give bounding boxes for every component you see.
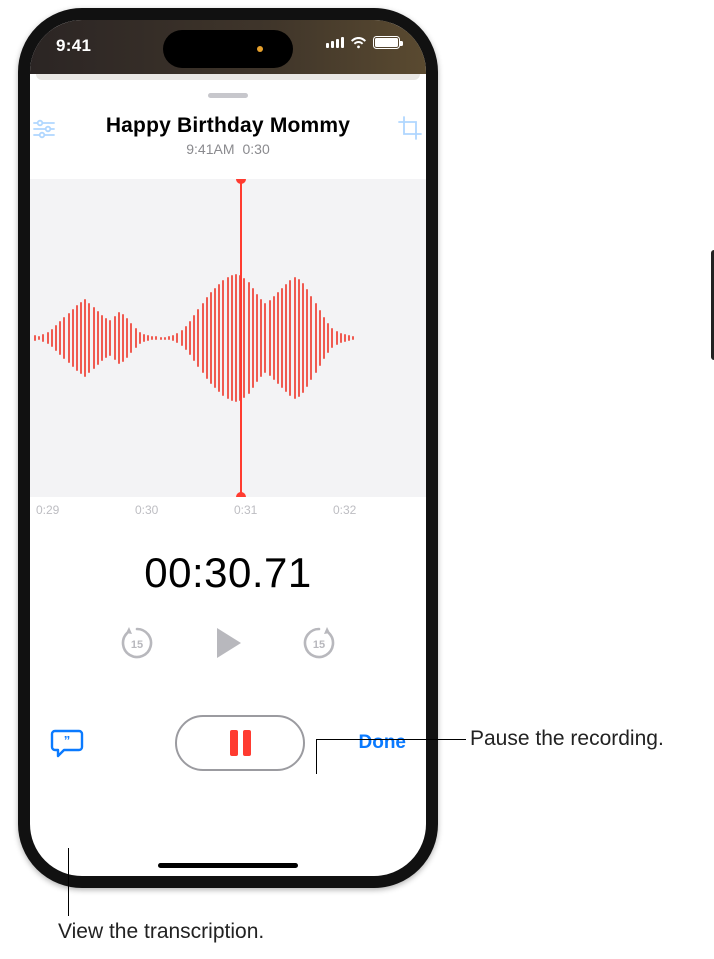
pause-button[interactable] xyxy=(175,715,305,771)
home-indicator[interactable] xyxy=(158,863,298,868)
transport-controls: 15 15 xyxy=(30,623,426,663)
skip-forward-15-button[interactable]: 15 xyxy=(299,623,339,663)
settings-button[interactable] xyxy=(30,114,58,142)
sheet-grabber-icon xyxy=(208,93,248,98)
play-button[interactable] xyxy=(211,626,245,660)
wifi-icon xyxy=(350,37,367,49)
skip-back-15-button[interactable]: 15 xyxy=(117,623,157,663)
waveform-area[interactable] xyxy=(30,179,426,497)
elapsed-time: 00:30.71 xyxy=(30,549,426,597)
tick: 0:31 xyxy=(228,503,327,517)
tick: 0:32 xyxy=(327,503,426,517)
dynamic-island xyxy=(163,30,293,68)
tick: 0:30 xyxy=(129,503,228,517)
tick: 0:29 xyxy=(30,503,129,517)
status-right xyxy=(326,36,401,49)
svg-text:”: ” xyxy=(64,733,71,748)
recording-title[interactable]: Happy Birthday Mommy xyxy=(30,114,426,138)
cellular-icon xyxy=(326,37,345,48)
time-ticks: 0:29 0:30 0:31 0:32 xyxy=(30,497,426,517)
svg-text:15: 15 xyxy=(313,639,325,651)
status-bar: 9:41 xyxy=(30,20,426,74)
callout-leader xyxy=(316,739,466,740)
svg-text:15: 15 xyxy=(131,639,143,651)
pause-icon xyxy=(230,730,251,756)
bottom-controls: ” Done xyxy=(30,715,426,771)
callout-transcription: View the transcription. xyxy=(58,920,264,944)
transcription-button[interactable]: ” xyxy=(50,728,84,758)
status-time: 9:41 xyxy=(56,36,91,56)
callout-leader xyxy=(316,739,317,774)
callout-pause: Pause the recording. xyxy=(470,727,664,751)
recording-timestamp: 9:41AM xyxy=(186,141,234,157)
crop-button[interactable] xyxy=(396,114,424,142)
recording-header: Happy Birthday Mommy 9:41AM 0:30 xyxy=(30,106,426,167)
done-button[interactable]: Done xyxy=(359,732,407,754)
recording-duration: 0:30 xyxy=(243,141,270,157)
sheet-handle-area[interactable] xyxy=(30,74,426,106)
playhead-icon[interactable] xyxy=(240,179,242,497)
callout-leader xyxy=(68,848,69,916)
waveform xyxy=(30,268,426,408)
recording-subtitle: 9:41AM 0:30 xyxy=(30,141,426,157)
phone-frame: 9:41 Happy Birthday Mommy 9:41AM 0:30 0:2… xyxy=(18,8,438,888)
battery-icon xyxy=(373,36,400,49)
